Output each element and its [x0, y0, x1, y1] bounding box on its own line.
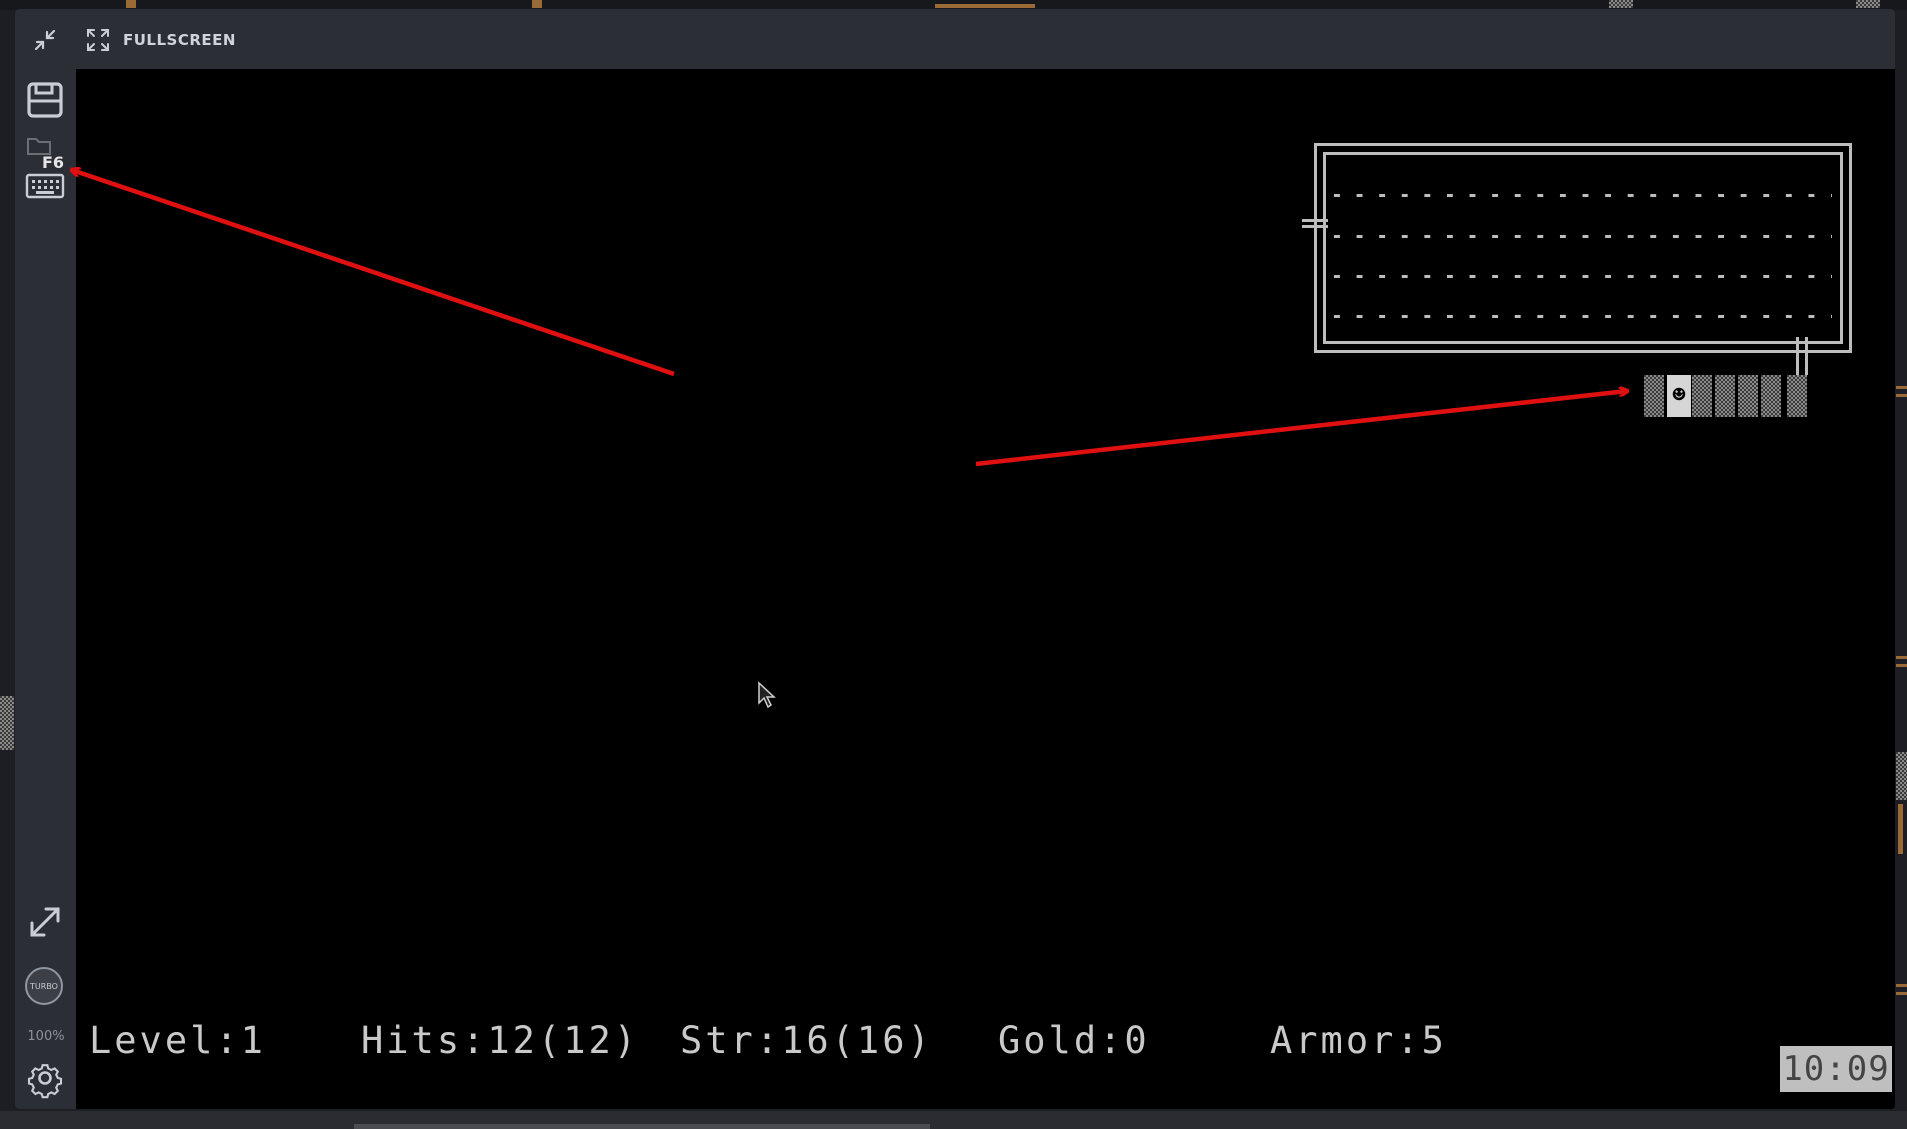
scroll-thumb[interactable] [354, 1124, 930, 1129]
arrows-in-icon[interactable] [32, 27, 58, 53]
bg-fragment [1898, 804, 1903, 854]
game-screen[interactable]: ☻ Level:1 Hits:12(12) Str:16(16) Gold:0 … [76, 69, 1895, 1109]
bg-fragment [532, 0, 542, 8]
gear-icon[interactable] [24, 1057, 66, 1099]
floppy-disk-icon[interactable] [24, 79, 66, 121]
status-gold: Gold:0 [998, 1019, 1150, 1062]
corridor-tile [1787, 375, 1807, 417]
corridor-tile [1761, 375, 1781, 417]
title-bar: FULLSCREEN [15, 9, 1895, 69]
room-door-left [1302, 219, 1328, 222]
room-door-bottom [1796, 337, 1799, 375]
status-strength: Str:16(16) [680, 1019, 933, 1062]
bg-fragment [1896, 386, 1907, 389]
bg-fragment [1896, 656, 1907, 659]
zoom-label: 100% [27, 1029, 65, 1044]
corridor-tile [1692, 375, 1712, 417]
clock-display: 10:09 [1780, 1046, 1892, 1092]
player-character: ☻ [1667, 375, 1691, 417]
corridor-tile [1738, 375, 1758, 417]
status-level: Level:1 [89, 1019, 266, 1062]
room-floor-row [1334, 315, 1832, 318]
bg-fragment [0, 696, 14, 750]
room-floor-row [1334, 194, 1832, 197]
corridor-tile [1715, 375, 1735, 417]
bg-fragment [126, 0, 136, 8]
fullscreen-button[interactable]: FULLSCREEN [123, 31, 236, 49]
sidebar: F6 TURBO 100% [15, 69, 76, 1109]
mouse-cursor-icon [758, 681, 776, 709]
bg-fragment [1609, 0, 1633, 8]
expand-corners-icon[interactable] [85, 27, 111, 53]
turbo-button[interactable]: TURBO [25, 967, 63, 1005]
page-bottom-edge [0, 1111, 1907, 1129]
diagonal-arrows-icon[interactable] [24, 901, 66, 943]
bg-fragment [1896, 752, 1907, 800]
status-hits: Hits:12(12) [361, 1019, 640, 1062]
bg-fragment [1856, 0, 1880, 8]
status-armor: Armor:5 [1270, 1019, 1447, 1062]
emulator-window: FULLSCREEN F6 TURBO 100% ☻ Level:1 Hits:… [15, 9, 1895, 1109]
corridor-tile [1644, 375, 1664, 417]
keyboard-icon[interactable] [24, 165, 66, 207]
bg-fragment [935, 4, 1035, 8]
room-floor-row [1334, 275, 1832, 278]
bg-fragment [1896, 984, 1907, 987]
room-floor-row [1334, 235, 1832, 238]
